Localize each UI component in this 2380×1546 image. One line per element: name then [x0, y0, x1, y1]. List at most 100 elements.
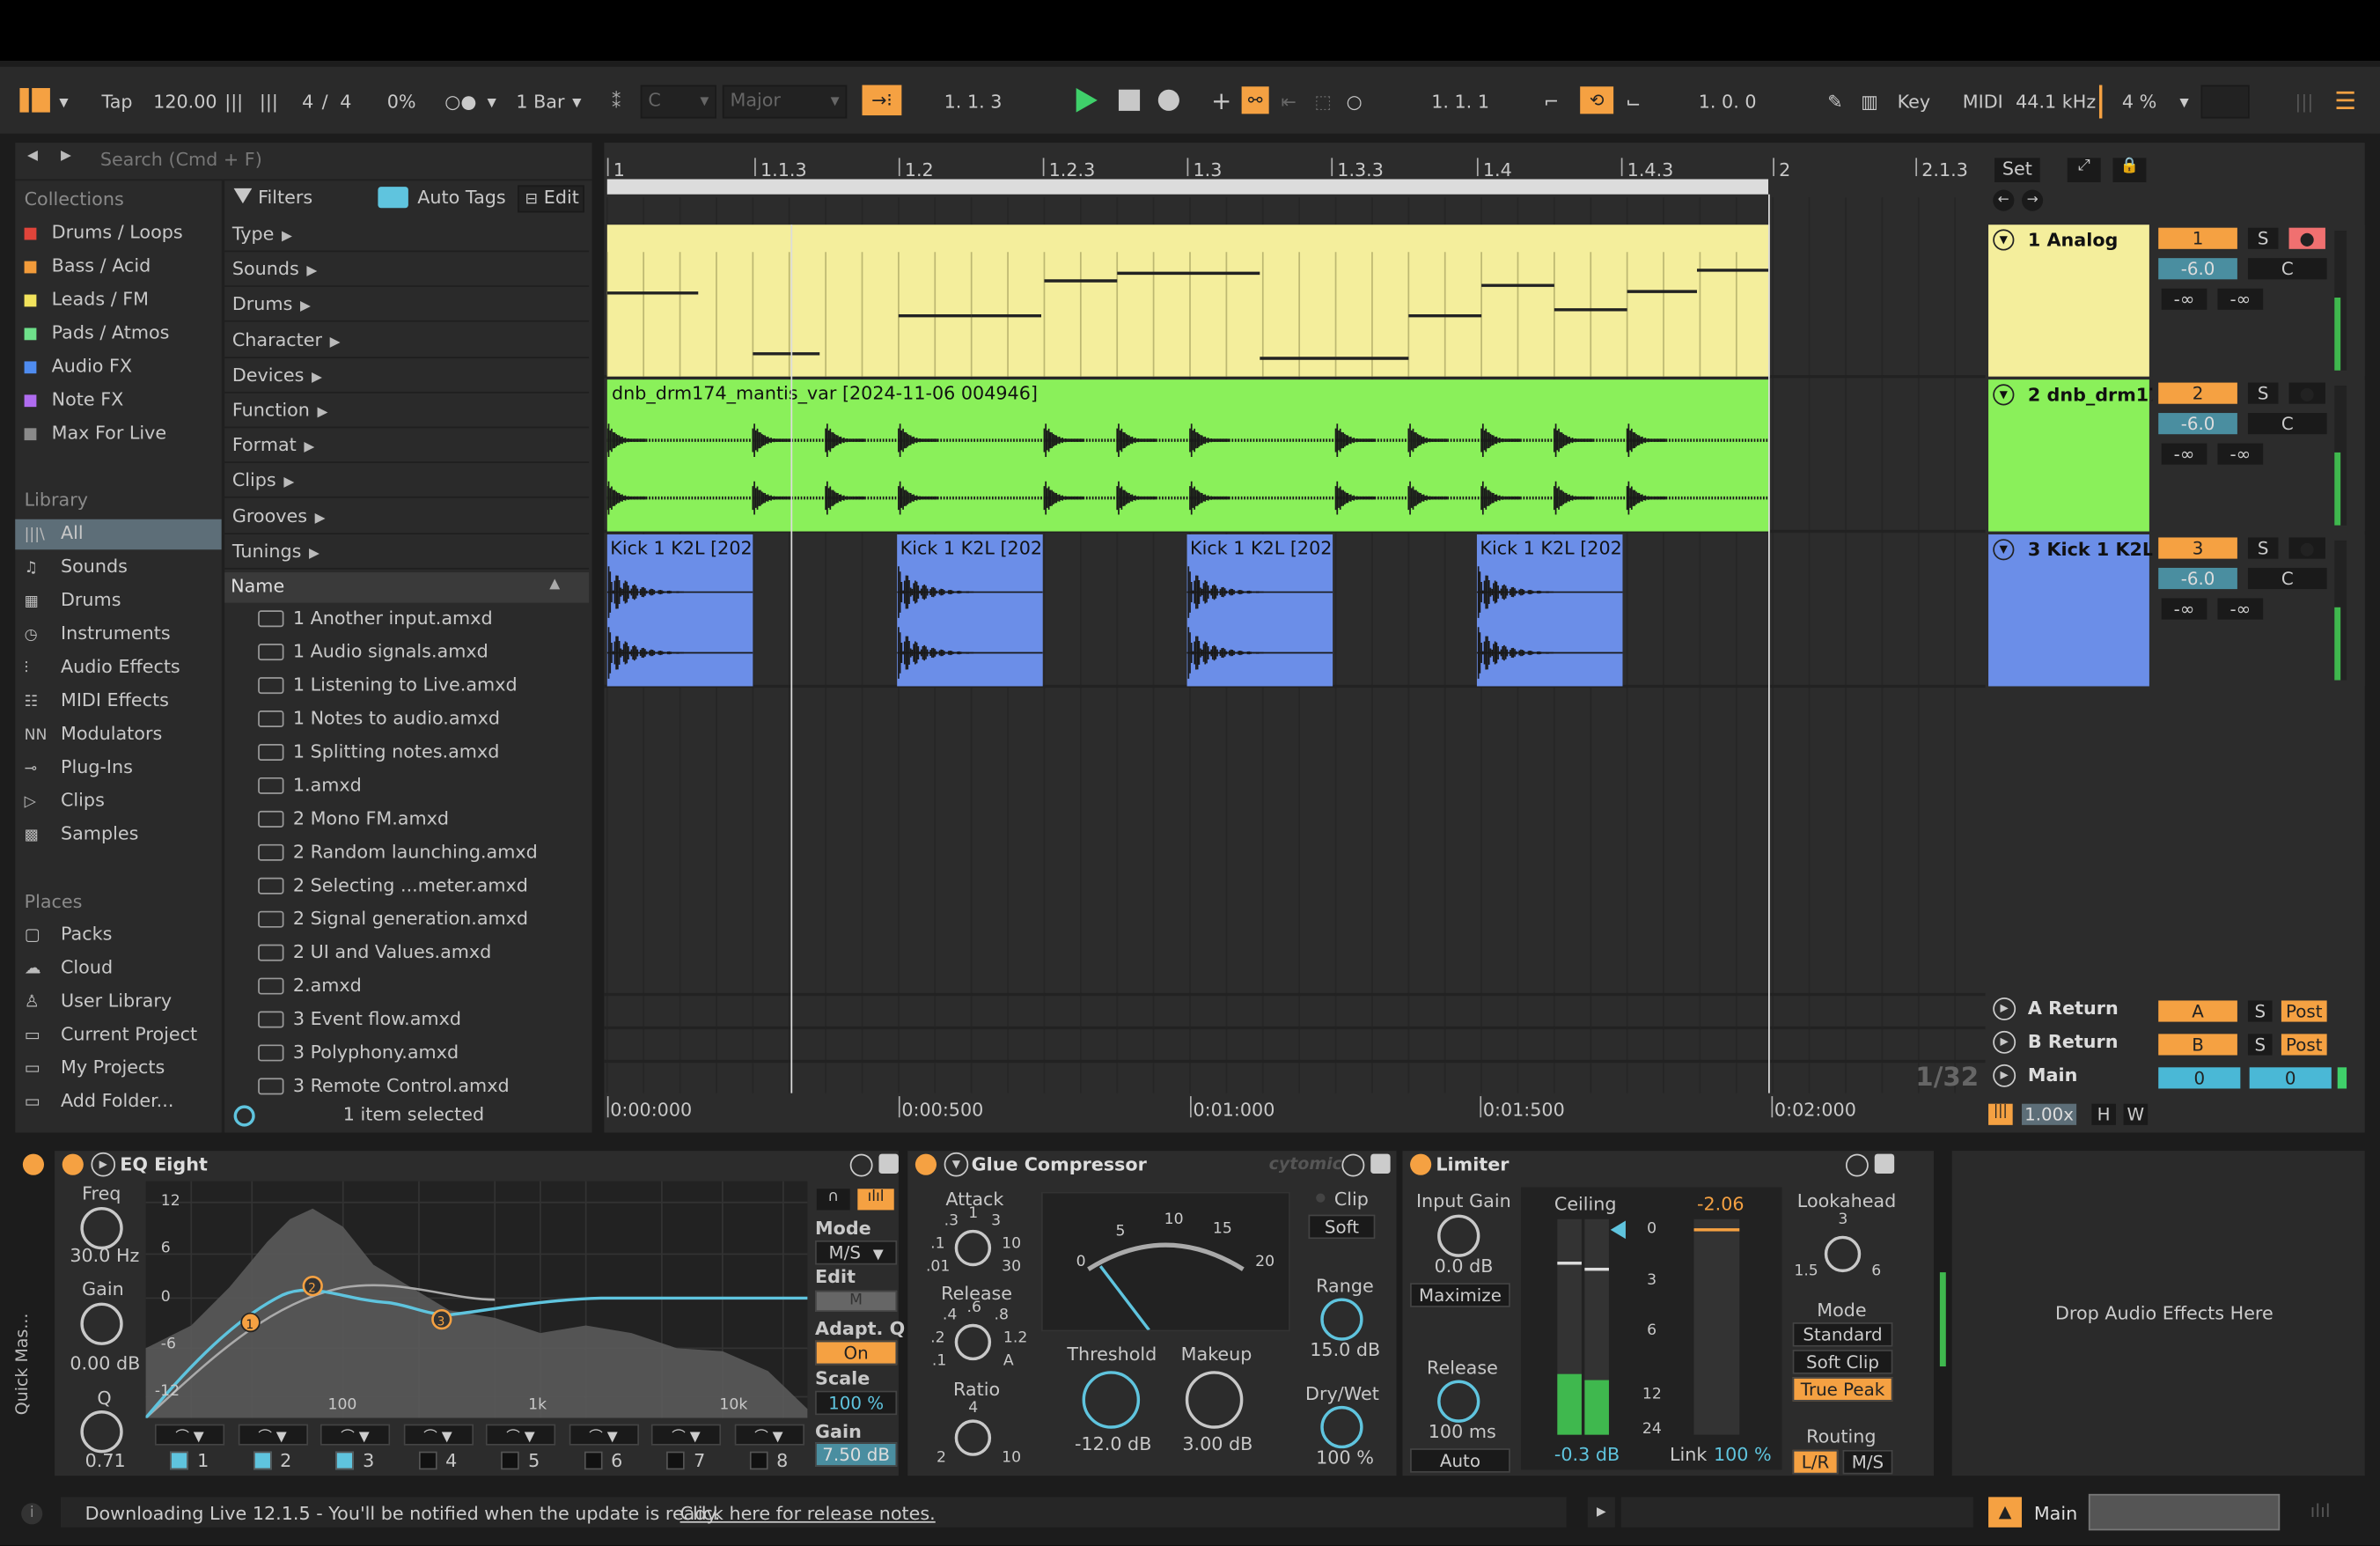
- glue-save-icon[interactable]: [1370, 1153, 1391, 1174]
- mixer-toggle-icon[interactable]: |||: [1988, 1103, 2013, 1125]
- eq-edit-toggle[interactable]: M: [815, 1290, 898, 1312]
- list-item[interactable]: 3 Polyphony.amxd: [258, 1037, 459, 1067]
- collection-item[interactable]: Bass / Acid: [24, 252, 151, 279]
- pan-field[interactable]: C: [2247, 413, 2327, 435]
- filter-item[interactable]: Drums ▶: [232, 289, 311, 319]
- list-item[interactable]: 1 Splitting notes.amxd: [258, 736, 499, 766]
- track-activator[interactable]: 2: [2158, 382, 2237, 404]
- list-item[interactable]: 1 Notes to audio.amxd: [258, 703, 500, 733]
- list-item[interactable]: 3 Remote Control.amxd: [258, 1071, 510, 1101]
- solo-button[interactable]: S: [2247, 227, 2279, 249]
- send-a-field[interactable]: -∞: [2161, 288, 2207, 310]
- eq-band-toggle[interactable]: [253, 1451, 271, 1470]
- limiter-mode-standard[interactable]: Standard: [1792, 1322, 1893, 1347]
- midi-map-button[interactable]: MIDI: [1963, 88, 2003, 115]
- glue-attack-knob[interactable]: [954, 1229, 992, 1267]
- punch-out-icon[interactable]: ⌙: [1626, 88, 1641, 115]
- library-item[interactable]: ♫ Sounds: [25, 553, 128, 580]
- main-track-header[interactable]: ▶ Main: [1988, 1063, 2152, 1090]
- library-item[interactable]: NN Modulators: [25, 719, 163, 747]
- eq-power-icon[interactable]: [62, 1153, 84, 1175]
- glue-drywet-value[interactable]: 100 %: [1316, 1447, 1374, 1468]
- collection-item[interactable]: Leads / FM: [24, 285, 149, 313]
- session-record-icon[interactable]: ○: [1347, 88, 1363, 115]
- glue-release-knob[interactable]: [954, 1323, 992, 1361]
- solo-button[interactable]: S: [2247, 537, 2279, 559]
- eq-output-gain-value[interactable]: 7.50 dB: [815, 1442, 898, 1467]
- glue-clip-toggle[interactable]: Soft: [1308, 1214, 1376, 1240]
- places-item[interactable]: ▢ Packs: [25, 920, 113, 947]
- filter-item[interactable]: Tunings ▶: [232, 535, 320, 565]
- view-toggle-icon[interactable]: [19, 88, 50, 113]
- computer-keyboard-icon[interactable]: ▥: [1861, 88, 1878, 115]
- library-item[interactable]: ☷ MIDI Effects: [25, 686, 169, 713]
- set-button[interactable]: Set: [1994, 158, 2040, 182]
- punch-in-icon[interactable]: ⌐: [1544, 88, 1559, 115]
- width-toggle[interactable]: W: [2123, 1103, 2149, 1125]
- eq-save-icon[interactable]: [878, 1153, 899, 1174]
- glue-collapse-icon[interactable]: ▼: [944, 1152, 969, 1177]
- automation-arm-icon[interactable]: ⚯: [1241, 86, 1269, 114]
- loop-switch-icon[interactable]: ⟲: [1580, 86, 1614, 114]
- send-b-field[interactable]: -∞: [2217, 443, 2264, 465]
- eq-band-toggle[interactable]: [335, 1451, 354, 1470]
- eq-band-toggle[interactable]: [170, 1451, 188, 1470]
- auto-tags-toggle[interactable]: Auto Tags: [417, 187, 505, 208]
- list-item[interactable]: 2 UI and Values.amxd: [258, 937, 491, 967]
- loop-start-field[interactable]: 1. 1. 1: [1431, 88, 1489, 115]
- ruler-label[interactable]: 1.2: [905, 159, 934, 180]
- warning-icon[interactable]: ▲: [1988, 1497, 2023, 1528]
- main-overview-thumbnail[interactable]: [2088, 1493, 2281, 1531]
- return-track-header[interactable]: ▶ A Return: [1988, 996, 2152, 1023]
- ruler-label[interactable]: 1.3.3: [1337, 159, 1384, 180]
- stop-icon[interactable]: [1118, 89, 1141, 111]
- volume-field[interactable]: -6.0: [2158, 258, 2237, 280]
- eq-freq-value[interactable]: 30.0 Hz: [70, 1245, 139, 1266]
- name-column-header[interactable]: Name ▲: [224, 572, 590, 603]
- chevron-down-icon[interactable]: ▾: [2179, 88, 2188, 115]
- key-root-select[interactable]: C ▾: [640, 85, 716, 119]
- glue-threshold-knob[interactable]: [1082, 1371, 1141, 1429]
- arm-record-icon[interactable]: ●: [2288, 227, 2325, 249]
- browser-forward-icon[interactable]: ▶: [61, 149, 71, 164]
- eq-q-value[interactable]: 0.71: [85, 1450, 126, 1471]
- eq-expand-icon[interactable]: ▶: [91, 1152, 116, 1177]
- filter-item[interactable]: Sounds ▶: [232, 254, 318, 283]
- eq-mode-select[interactable]: M/S ▼: [815, 1240, 898, 1265]
- volume-field[interactable]: -6.0: [2158, 567, 2237, 590]
- eq-band-shape-select[interactable]: ⌒ ▼: [733, 1424, 804, 1446]
- limiter-lookahead-knob[interactable]: [1824, 1235, 1862, 1273]
- return-post-toggle[interactable]: Post: [2281, 1034, 2327, 1056]
- filter-icon[interactable]: [233, 188, 253, 204]
- limiter-routing-lr[interactable]: L/R: [1792, 1449, 1839, 1475]
- limiter-routing-ms[interactable]: M/S: [1842, 1449, 1893, 1475]
- scale-select[interactable]: Major ▾: [722, 85, 848, 119]
- filters-label[interactable]: Filters: [258, 187, 312, 208]
- eq-band-shape-select[interactable]: ⌒ ▼: [154, 1424, 225, 1446]
- track-activator[interactable]: 1: [2158, 227, 2237, 249]
- library-item[interactable]: ▩ Samples: [25, 820, 139, 847]
- places-item[interactable]: ♙ User Library: [25, 987, 172, 1014]
- list-item[interactable]: 2 Mono FM.amxd: [258, 803, 449, 833]
- eq-band-shape-select[interactable]: ⌒ ▼: [485, 1424, 556, 1446]
- tempo-field[interactable]: 120.00: [153, 88, 217, 115]
- track-header[interactable]: ▼ 2 dnb_drm17: [1988, 379, 2162, 532]
- filter-item[interactable]: Function ▶: [232, 394, 328, 424]
- ruler-label[interactable]: 1.4: [1483, 159, 1512, 180]
- send-a-field[interactable]: -∞: [2161, 443, 2207, 465]
- limiter-hotswap-icon[interactable]: [1845, 1153, 1869, 1177]
- ruler-label[interactable]: 2: [1779, 159, 1790, 180]
- track-collapse-icon[interactable]: ▼: [1993, 384, 2015, 406]
- filter-item[interactable]: Clips ▶: [232, 465, 294, 495]
- scale-mode-icon[interactable]: ⁑: [612, 88, 621, 115]
- send-b-field[interactable]: -∞: [2217, 288, 2264, 310]
- time-ruler-label[interactable]: 0:00:000: [610, 1100, 692, 1121]
- draw-mode-icon[interactable]: ✎: [1827, 88, 1842, 115]
- arrangement-position[interactable]: 1. 1. 3: [944, 88, 1003, 115]
- ruler-label[interactable]: 1.1.3: [760, 159, 807, 180]
- eq-q-knob[interactable]: [80, 1410, 123, 1454]
- browser-back-icon[interactable]: ◀: [27, 149, 38, 164]
- eq-scale-value[interactable]: 100 %: [815, 1390, 898, 1416]
- eq-gain-value[interactable]: 0.00 dB: [70, 1353, 140, 1374]
- eq-band-shape-select[interactable]: ⌒ ▼: [568, 1424, 639, 1446]
